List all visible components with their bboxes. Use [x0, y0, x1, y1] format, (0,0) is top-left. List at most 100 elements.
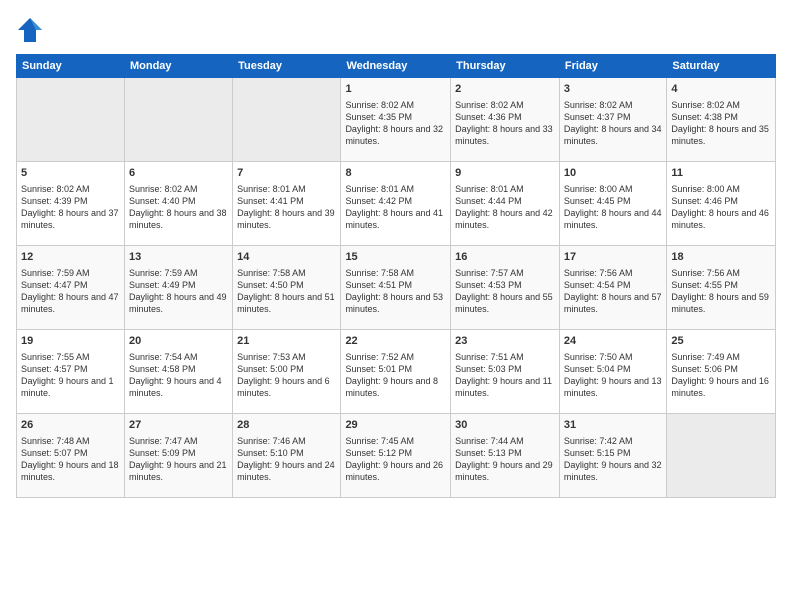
day-info: Sunrise: 7:59 AM [21, 267, 120, 279]
day-cell: 17Sunrise: 7:56 AMSunset: 4:54 PMDayligh… [559, 246, 666, 330]
day-number: 16 [455, 250, 555, 265]
day-number: 31 [564, 418, 662, 433]
day-info: Sunrise: 8:02 AM [21, 183, 120, 195]
day-info: Sunset: 5:13 PM [455, 447, 555, 459]
day-cell [667, 414, 776, 498]
day-info: Sunrise: 7:52 AM [345, 351, 446, 363]
day-info: Daylight: 9 hours and 13 minutes. [564, 375, 662, 399]
day-cell: 16 Sunrise: 7:57 AMSunset: 4:53 PMDayligh… [451, 246, 560, 330]
header-monday: Monday [124, 55, 232, 78]
day-info: Sunset: 4:36 PM [455, 111, 555, 123]
day-info: Sunrise: 7:51 AM [455, 351, 555, 363]
day-cell: 2 Sunrise: 8:02 AMSunset: 4:36 PMDaylight… [451, 78, 560, 162]
day-number: 5 [21, 166, 120, 181]
day-info: Sunrise: 7:44 AM [455, 435, 555, 447]
day-info: Sunset: 4:37 PM [564, 111, 662, 123]
day-number: 8 [345, 166, 446, 181]
day-info: Sunrise: 7:50 AM [564, 351, 662, 363]
day-cell: 15Sunrise: 7:58 AMSunset: 4:51 PMDayligh… [341, 246, 451, 330]
day-info: Sunrise: 7:56 AM [564, 267, 662, 279]
day-info: Daylight: 9 hours and 21 minutes. [129, 459, 228, 483]
day-info: Sunset: 4:49 PM [129, 279, 228, 291]
day-cell: 6Sunrise: 8:02 AMSunset: 4:40 PMDaylight… [124, 162, 232, 246]
day-number: 25 [671, 334, 771, 349]
day-info: Sunrise: 7:47 AM [129, 435, 228, 447]
day-info: Sunrise: 7:58 AM [345, 267, 446, 279]
day-number: 18 [671, 250, 771, 265]
day-info: Sunrise: 7:53 AM [237, 351, 336, 363]
day-info: Sunset: 5:00 PM [237, 363, 336, 375]
header-tuesday: Tuesday [233, 55, 341, 78]
day-info: Sunset: 5:10 PM [237, 447, 336, 459]
logo [16, 16, 48, 44]
day-info: Sunrise: 7:46 AM [237, 435, 336, 447]
day-cell [233, 78, 341, 162]
day-info: Sunset: 4:38 PM [671, 111, 771, 123]
day-info: Sunset: 4:53 PM [455, 279, 555, 291]
day-cell: 11Sunrise: 8:00 AMSunset: 4:46 PMDayligh… [667, 162, 776, 246]
day-info: Sunrise: 8:02 AM [564, 99, 662, 111]
day-number: 23 [455, 334, 555, 349]
day-info: Sunset: 4:55 PM [671, 279, 771, 291]
day-info: Daylight: 8 hours and 59 minutes. [671, 291, 771, 315]
day-cell: 18 Sunrise: 7:56 AMSunset: 4:55 PMDayligh… [667, 246, 776, 330]
day-info: Daylight: 8 hours and 57 minutes. [564, 291, 662, 315]
day-number: 1 [345, 82, 446, 97]
day-info: Sunrise: 8:02 AM [345, 99, 446, 111]
week-row-4: 26Sunrise: 7:48 AMSunset: 5:07 PMDayligh… [17, 414, 776, 498]
day-info: Sunset: 4:46 PM [671, 195, 771, 207]
day-info: Sunset: 5:06 PM [671, 363, 771, 375]
day-cell: 24Sunrise: 7:50 AMSunset: 5:04 PMDayligh… [559, 330, 666, 414]
day-info: Sunrise: 8:02 AM [671, 99, 771, 111]
day-info: Daylight: 8 hours and 49 minutes. [129, 291, 228, 315]
day-info: Daylight: 8 hours and 53 minutes. [345, 291, 446, 315]
header-thursday: Thursday [451, 55, 560, 78]
day-info: Sunrise: 7:57 AM [455, 267, 555, 279]
day-cell: 21Sunrise: 7:53 AMSunset: 5:00 PMDayligh… [233, 330, 341, 414]
day-info: Daylight: 8 hours and 55 minutes. [455, 291, 555, 315]
day-info: Sunrise: 7:59 AM [129, 267, 228, 279]
day-number: 24 [564, 334, 662, 349]
day-cell: 27Sunrise: 7:47 AMSunset: 5:09 PMDayligh… [124, 414, 232, 498]
day-info: Daylight: 8 hours and 44 minutes. [564, 207, 662, 231]
day-info: Daylight: 8 hours and 33 minutes. [455, 123, 555, 147]
day-info: Sunset: 5:15 PM [564, 447, 662, 459]
day-info: Daylight: 8 hours and 38 minutes. [129, 207, 228, 231]
day-cell: 31Sunrise: 7:42 AMSunset: 5:15 PMDayligh… [559, 414, 666, 498]
day-cell: 23Sunrise: 7:51 AMSunset: 5:03 PMDayligh… [451, 330, 560, 414]
day-number: 2 [455, 82, 555, 97]
header [16, 16, 776, 44]
day-cell: 13 Sunrise: 7:59 AMSunset: 4:49 PMDayligh… [124, 246, 232, 330]
day-info: Sunset: 4:44 PM [455, 195, 555, 207]
day-info: Sunrise: 8:02 AM [455, 99, 555, 111]
calendar-container: SundayMondayTuesdayWednesdayThursdayFrid… [0, 0, 792, 612]
day-info: Sunrise: 8:00 AM [564, 183, 662, 195]
day-cell: 9Sunrise: 8:01 AMSunset: 4:44 PMDaylight… [451, 162, 560, 246]
day-number: 12 [21, 250, 120, 265]
day-number: 4 [671, 82, 771, 97]
day-info: Daylight: 9 hours and 4 minutes. [129, 375, 228, 399]
day-info: Sunset: 4:45 PM [564, 195, 662, 207]
day-info: Daylight: 8 hours and 41 minutes. [345, 207, 446, 231]
week-row-1: 5Sunrise: 8:02 AMSunset: 4:39 PMDaylight… [17, 162, 776, 246]
day-info: Sunset: 4:57 PM [21, 363, 120, 375]
day-number: 7 [237, 166, 336, 181]
day-info: Sunrise: 7:58 AM [237, 267, 336, 279]
day-cell: 7Sunrise: 8:01 AMSunset: 4:41 PMDaylight… [233, 162, 341, 246]
day-cell: 26Sunrise: 7:48 AMSunset: 5:07 PMDayligh… [17, 414, 125, 498]
day-number: 22 [345, 334, 446, 349]
day-info: Daylight: 8 hours and 51 minutes. [237, 291, 336, 315]
day-info: Daylight: 8 hours and 32 minutes. [345, 123, 446, 147]
day-info: Daylight: 9 hours and 16 minutes. [671, 375, 771, 399]
day-number: 27 [129, 418, 228, 433]
day-number: 13 [129, 250, 228, 265]
day-number: 10 [564, 166, 662, 181]
day-info: Sunrise: 7:56 AM [671, 267, 771, 279]
day-info: Sunrise: 8:01 AM [345, 183, 446, 195]
day-info: Sunrise: 8:01 AM [237, 183, 336, 195]
day-cell: 29Sunrise: 7:45 AMSunset: 5:12 PMDayligh… [341, 414, 451, 498]
day-info: Sunrise: 7:54 AM [129, 351, 228, 363]
day-info: Sunset: 4:54 PM [564, 279, 662, 291]
day-info: Sunrise: 8:02 AM [129, 183, 228, 195]
day-cell: 8Sunrise: 8:01 AMSunset: 4:42 PMDaylight… [341, 162, 451, 246]
